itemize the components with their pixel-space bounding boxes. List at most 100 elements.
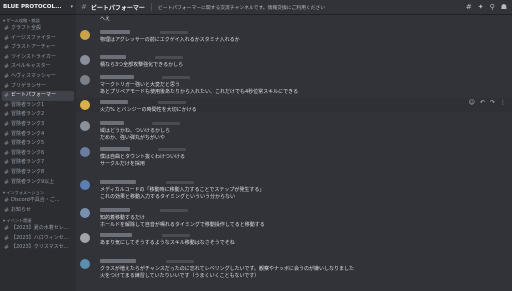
author-name-redacted[interactable] bbox=[100, 180, 136, 184]
header-toolbar: # ✦ ⚲ ☗ bbox=[466, 3, 507, 11]
sidebar-channel-9[interactable]: # 冒険者ランク2 bbox=[0, 110, 76, 120]
channel-label: ヘヴィスマッシャー bbox=[11, 72, 56, 79]
avatar[interactable] bbox=[80, 180, 90, 190]
event-channel-2[interactable]: # 【2023】クリスマスセ... bbox=[0, 243, 76, 253]
message-text: メディカルコードの「移動時に移動入力することでステップが発生する」 bbox=[100, 187, 265, 193]
channel-label: クラフト全般 bbox=[11, 25, 42, 31]
sidebar-channel-13[interactable]: # 冒険者ランク6 bbox=[0, 149, 76, 159]
author-name-redacted[interactable] bbox=[100, 100, 128, 104]
server-name: BLUE PROTOCOL... bbox=[3, 4, 62, 10]
add-reaction-icon[interactable]: ☺ bbox=[469, 99, 475, 106]
channel-sidebar: BLUE PROTOCOL... ▾ ▾ ゲーム攻略・雑談 # クラフト全般 # イー… bbox=[0, 0, 76, 291]
category-event[interactable]: ▾ イベント関連 bbox=[0, 217, 76, 224]
avatar[interactable] bbox=[80, 208, 90, 218]
message-text: クラスが増えたらがチャンスだったのに忘れてレベリングしたいです。観察やナッボに会… bbox=[100, 266, 354, 272]
sidebar-channel-2[interactable]: # ブラストアーチャー bbox=[0, 43, 76, 53]
server-header[interactable]: BLUE PROTOCOL... ▾ bbox=[0, 0, 76, 15]
message-text: 知的着移動するだけ bbox=[100, 215, 146, 221]
channel-hash-icon: # bbox=[4, 206, 10, 214]
avatar[interactable] bbox=[80, 100, 90, 110]
channel-label: ツインストライカー bbox=[11, 53, 56, 60]
channel-hash-icon: # bbox=[4, 244, 10, 252]
avatar[interactable] bbox=[80, 233, 90, 243]
forward-icon[interactable]: ↷ bbox=[490, 99, 495, 106]
sidebar-channel-0[interactable]: # クラフト全般 bbox=[0, 24, 76, 34]
threads-icon[interactable]: # bbox=[466, 3, 472, 11]
avatar[interactable] bbox=[80, 147, 90, 157]
channel-label: イージスファイター bbox=[11, 34, 56, 41]
sidebar-channel-11[interactable]: # 冒険者ランク4 bbox=[0, 130, 76, 140]
message-text: 僕は自曲とタウント抜くわけついける bbox=[100, 154, 186, 160]
members-icon[interactable]: ☗ bbox=[501, 3, 507, 11]
channel-label: 冒険者ランク7 bbox=[11, 159, 45, 166]
sidebar-channel-1[interactable]: # イージスファイター bbox=[0, 34, 76, 44]
info-channel-1[interactable]: # お知らせ bbox=[0, 206, 76, 216]
message-text: これの効果と移動入力するタイミングといういう分からない bbox=[100, 194, 236, 200]
more-icon[interactable]: ⋮ bbox=[500, 99, 506, 106]
avatar[interactable] bbox=[80, 55, 90, 65]
channel-hash-icon: # bbox=[4, 63, 10, 71]
channel-hash-icon: # bbox=[4, 44, 10, 52]
channel-label: ブリゲランサー bbox=[11, 82, 47, 89]
bell-icon[interactable]: ✦ bbox=[478, 3, 484, 11]
channel-hash-icon: # bbox=[4, 72, 10, 80]
sidebar-channel-4[interactable]: # スペルキャスター bbox=[0, 62, 76, 72]
channel-label: 冒険者ランク9以上 bbox=[11, 178, 55, 185]
channel-hash-icon: # bbox=[4, 120, 10, 128]
event-channel-0[interactable]: # 【2023】夏の水着セレ... bbox=[0, 224, 76, 234]
avatar[interactable] bbox=[80, 30, 90, 40]
sidebar-channel-6[interactable]: # ブリゲランサー bbox=[0, 82, 76, 92]
channel-hash-icon: # bbox=[81, 3, 87, 11]
author-name-redacted[interactable] bbox=[100, 55, 126, 59]
author-name-redacted[interactable] bbox=[100, 233, 132, 237]
author-name-redacted[interactable] bbox=[100, 121, 124, 125]
channel-hash-icon: # bbox=[4, 82, 10, 90]
author-name-redacted[interactable] bbox=[100, 30, 130, 34]
avatar[interactable] bbox=[80, 75, 90, 85]
info-channel-0[interactable]: # Discord不具合・ご... bbox=[0, 196, 76, 206]
reply-icon[interactable]: ↶ bbox=[480, 99, 485, 106]
channel-hash-icon: # bbox=[4, 225, 10, 233]
sidebar-channel-16[interactable]: # 冒険者ランク9以上 bbox=[0, 178, 76, 188]
message-text: だめか、強い弾丸がちがいや bbox=[100, 135, 165, 141]
channel-label: 冒険者ランク1 bbox=[11, 101, 45, 108]
channel-label: 冒険者ランク2 bbox=[11, 111, 45, 118]
timestamp-redacted bbox=[158, 147, 186, 151]
category-information[interactable]: ▾ インフォメーション bbox=[0, 189, 76, 196]
sidebar-channel-15[interactable]: # 冒険者ランク8 bbox=[0, 168, 76, 178]
message-text: 物理はアグレッサーの前にエクゲイ入れるかスタミナ入れるか bbox=[100, 37, 240, 43]
sidebar-channel-12[interactable]: # 冒険者ランク5 bbox=[0, 139, 76, 149]
author-name-redacted[interactable] bbox=[100, 75, 134, 79]
channel-topic[interactable]: ビートパフォーマーに関する交流チャンネルです。情報交換にご利用ください bbox=[158, 4, 460, 11]
channel-hash-icon: # bbox=[4, 197, 10, 205]
channel-label: 冒険者ランク5 bbox=[11, 140, 45, 147]
sidebar-channel-7[interactable]: # ビートパフォーマー bbox=[2, 91, 74, 101]
channel-hash-icon: # bbox=[4, 111, 10, 119]
sidebar-channel-14[interactable]: # 冒険者ランク7 bbox=[0, 158, 76, 168]
channel-hash-icon: # bbox=[4, 101, 10, 109]
category-game[interactable]: ▾ ゲーム攻略・雑談 bbox=[0, 17, 76, 24]
sidebar-channel-8[interactable]: # 冒険者ランク1 bbox=[0, 101, 76, 111]
author-name-redacted[interactable] bbox=[100, 259, 136, 263]
sidebar-channel-10[interactable]: # 冒険者ランク3 bbox=[0, 120, 76, 130]
message-text: サークルだけを採用 bbox=[100, 161, 145, 167]
timestamp-redacted bbox=[162, 75, 190, 79]
channel-label: お知らせ bbox=[11, 206, 31, 213]
message-text: 積なら3つ全部攻撃強化できるかしら bbox=[100, 62, 184, 68]
channel-label: 冒険者ランク3 bbox=[11, 120, 45, 127]
sidebar-channel-5[interactable]: # ヘヴィスマッシャー bbox=[0, 72, 76, 82]
avatar[interactable] bbox=[80, 121, 90, 131]
pin-icon[interactable]: ⚲ bbox=[490, 3, 495, 11]
author-name-redacted[interactable] bbox=[100, 147, 130, 151]
chevron-down-icon[interactable]: ▾ bbox=[70, 4, 73, 10]
timestamp-redacted bbox=[166, 180, 194, 184]
message-text: 火力% とバンジーの時間性を大切にかける bbox=[100, 107, 197, 113]
channel-hash-icon: # bbox=[4, 92, 10, 100]
event-channel-1[interactable]: # 【2023】ハロウィンセ... bbox=[0, 234, 76, 244]
channel-hash-icon: # bbox=[4, 178, 10, 186]
avatar[interactable] bbox=[80, 259, 90, 269]
header-divider bbox=[150, 3, 152, 11]
sidebar-channel-3[interactable]: # ツインストライカー bbox=[0, 53, 76, 63]
message-list: ☺ ↶ ↷ ⋮ へえ 物理はアグレッサーの前にエクゲイ入れるかスタミナ入れるか 積な… bbox=[76, 15, 512, 291]
author-name-redacted[interactable] bbox=[100, 208, 130, 212]
